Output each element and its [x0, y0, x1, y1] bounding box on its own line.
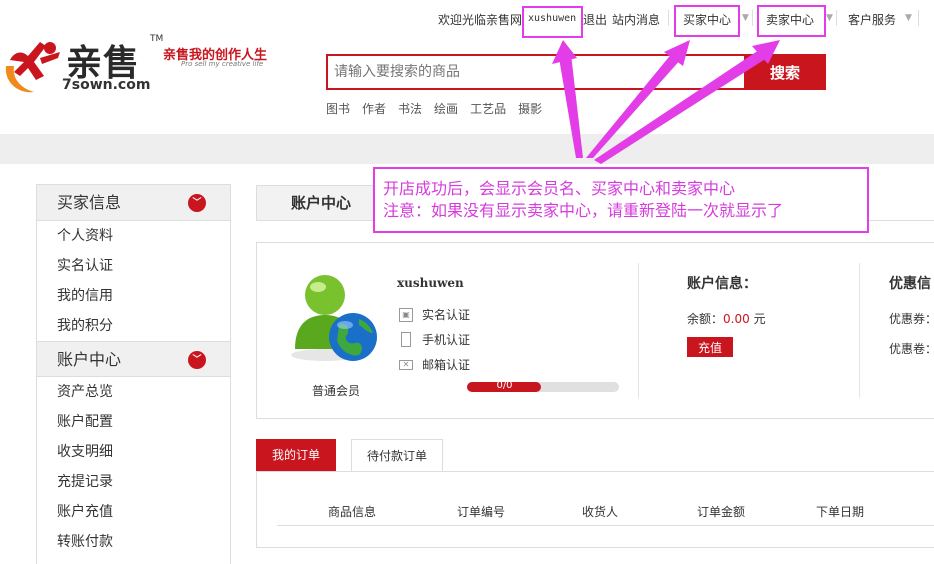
- welcome-text: 欢迎光临亲售网: [438, 13, 523, 27]
- column-header: 订单金额: [697, 505, 746, 519]
- account-info-title: 账户信息：: [687, 276, 757, 292]
- divider: [638, 263, 639, 398]
- sidebar-item-points[interactable]: 我的积分: [37, 311, 230, 341]
- sidebar-item-recharge[interactable]: 账户充值: [37, 497, 230, 527]
- verify-label: 实名认证: [422, 308, 471, 322]
- annotation-line: 开店成功后，会显示会员名、买家中心和卖家中心: [383, 179, 736, 198]
- balance-row: 余额：0.00 元: [687, 310, 766, 327]
- logo-trademark: TM: [150, 34, 164, 44]
- avatar-globe-icon: [291, 275, 377, 361]
- member-level: 普通会员: [312, 384, 361, 398]
- logo-slogan-english: Pro sell my creative life: [181, 60, 264, 68]
- hot-word-link[interactable]: 摄影: [518, 100, 542, 117]
- sidebar-section-account-center[interactable]: 账户中心 ﹀: [37, 341, 230, 377]
- annotation-line: 注意：如果没有显示卖家中心，请重新登陆一次就显示了: [383, 201, 784, 220]
- sidebar-item-recharge-records[interactable]: 充提记录: [37, 467, 230, 497]
- coupon-title: 优惠信: [889, 276, 931, 292]
- lock-icon: ▣: [399, 307, 413, 322]
- logout-link[interactable]: 退出: [583, 11, 607, 28]
- hot-word-link[interactable]: 作者: [362, 100, 386, 117]
- verify-email[interactable]: ✕ 邮箱认证: [399, 356, 470, 373]
- sidebar-section-title: 账户中心: [57, 350, 122, 369]
- hot-words: 图书 作者 书法 绘画 工艺品 摄影: [326, 100, 542, 117]
- panel-username: xushuwen: [397, 276, 464, 290]
- logo-domain: 7sown.com: [62, 77, 151, 93]
- chevron-down-icon[interactable]: ﹀: [188, 194, 206, 212]
- sidebar-item-real-name[interactable]: 实名认证: [37, 251, 230, 281]
- recharge-button[interactable]: 充值: [687, 337, 733, 357]
- envelope-icon: ✕: [399, 359, 413, 370]
- sidebar-item-transfer[interactable]: 转账付款: [37, 527, 230, 557]
- verify-label: 手机认证: [422, 333, 471, 347]
- verify-real-name[interactable]: ▣ 实名认证: [399, 306, 470, 323]
- nav-band: [0, 134, 934, 164]
- progress-text: 0/0: [496, 380, 513, 391]
- chevron-down-icon: ▼: [742, 13, 749, 23]
- column-header: 商品信息: [328, 505, 377, 519]
- divider: [752, 10, 753, 26]
- sidebar-item-credit[interactable]: 我的信用: [37, 281, 230, 311]
- sidebar-section-title: 买家信息: [57, 193, 122, 212]
- divider: [836, 10, 837, 26]
- sidebar: 买家信息 ﹀ 个人资料 实名认证 我的信用 我的积分 账户中心 ﹀ 资产总览 账…: [36, 184, 231, 564]
- column-header: 订单编号: [457, 505, 506, 519]
- chevron-down-icon[interactable]: ﹀: [188, 351, 206, 369]
- coupon-row: 优惠卷：: [889, 342, 934, 356]
- balance-unit: 元: [753, 312, 766, 326]
- search-input[interactable]: [326, 54, 746, 90]
- hot-word-link[interactable]: 工艺品: [470, 100, 506, 117]
- sidebar-item-profile[interactable]: 个人资料: [37, 221, 230, 251]
- chevron-down-icon: ▼: [826, 13, 833, 23]
- verify-label: 邮箱认证: [422, 358, 471, 372]
- highlight-box-buyer-center: [674, 5, 740, 37]
- coupon-row: 优惠券：: [889, 312, 934, 326]
- column-header: 收货人: [582, 505, 619, 519]
- tab-pending-payment[interactable]: 待付款订单: [351, 439, 443, 471]
- hot-word-link[interactable]: 绘画: [434, 100, 458, 117]
- phone-icon: [401, 332, 411, 347]
- sidebar-section-buyer-info[interactable]: 买家信息 ﹀: [37, 185, 230, 221]
- verify-phone[interactable]: 手机认证: [399, 331, 470, 348]
- sidebar-item-assets[interactable]: 资产总览: [37, 377, 230, 407]
- messages-link[interactable]: 站内消息: [612, 11, 660, 28]
- divider: [918, 10, 919, 26]
- highlight-box-username: [522, 6, 583, 38]
- hot-word-link[interactable]: 书法: [398, 100, 422, 117]
- orders-table: 商品信息 订单编号 收货人 订单金额 下单日期: [256, 471, 934, 548]
- running-person-logo-icon: [5, 42, 60, 93]
- sidebar-item-transactions[interactable]: 收支明细: [37, 437, 230, 467]
- balance-value: 0.00: [723, 312, 750, 326]
- account-panel: 普通会员 xushuwen ▣ 实名认证 手机认证 ✕ 邮箱认证 0/0 账户信…: [256, 242, 934, 419]
- verification-progress-bar: 0/0: [467, 380, 619, 392]
- annotation-note: 开店成功后，会显示会员名、买家中心和卖家中心 注意：如果没有显示卖家中心，请重新…: [373, 167, 869, 233]
- search-button[interactable]: 搜索: [744, 54, 826, 90]
- divider: [859, 263, 860, 398]
- tab-my-orders[interactable]: 我的订单: [256, 439, 336, 471]
- highlight-box-seller-center: [757, 5, 826, 37]
- divider: [668, 10, 669, 26]
- hot-word-link[interactable]: 图书: [326, 100, 350, 117]
- divider: [277, 525, 934, 526]
- tab-account-center[interactable]: 账户中心: [256, 185, 376, 221]
- sidebar-item-account-config[interactable]: 账户配置: [37, 407, 230, 437]
- customer-service-link[interactable]: 客户服务: [848, 11, 896, 28]
- site-logo[interactable]: 亲售 TM 7sown.com 亲售我的创作人生 Pro sell my cre…: [0, 32, 280, 96]
- balance-label: 余额：: [687, 312, 724, 326]
- column-header: 下单日期: [816, 505, 865, 519]
- chevron-down-icon: ▼: [905, 13, 912, 23]
